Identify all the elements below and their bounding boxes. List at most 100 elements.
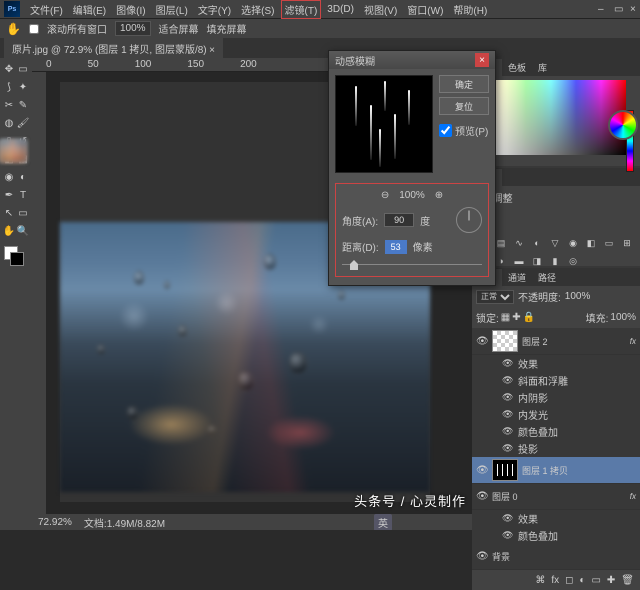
fx-add-icon[interactable]: fx (551, 575, 559, 586)
dialog-preview[interactable] (335, 75, 433, 173)
preview-checkbox[interactable] (439, 124, 452, 137)
visibility-icon[interactable]: 👁 (502, 409, 514, 420)
adj-select-icon[interactable]: ◎ (566, 254, 580, 268)
adj-levels-icon[interactable]: ▤ (494, 236, 508, 250)
visibility-icon[interactable]: 👁 (502, 358, 514, 369)
visibility-icon[interactable]: 👁 (476, 551, 488, 562)
fill-screen-button[interactable]: 填充屏幕 (207, 21, 247, 36)
menu-edit[interactable]: 编辑(E) (69, 0, 110, 19)
adj-bw-icon[interactable]: ◧ (584, 236, 598, 250)
zoom-out-icon[interactable]: ⊖ (381, 190, 389, 201)
type-tool[interactable]: T (16, 186, 30, 204)
tab-close-icon[interactable]: × (209, 45, 215, 56)
angle-input[interactable] (384, 213, 414, 227)
heal-tool[interactable]: ◍ (2, 114, 16, 132)
new-layer-icon[interactable]: ✚ (607, 575, 615, 586)
document-tab[interactable]: 原片.jpg @ 72.9% (图层 1 拷贝, 图层蒙版/8) × (4, 38, 223, 59)
zoom-in-icon[interactable]: ⊕ (435, 190, 443, 201)
fx-item[interactable]: 👁颜色叠加 (472, 527, 640, 544)
lasso-tool[interactable]: ⟆ (2, 78, 16, 96)
wand-tool[interactable]: ✦ (16, 78, 30, 96)
marquee-tool[interactable]: ▭ (16, 60, 30, 78)
adj-curves-icon[interactable]: ∿ (512, 236, 526, 250)
lock-pixels-icon[interactable]: ▦ (501, 312, 510, 323)
adj-grad-icon[interactable]: ▮ (548, 254, 562, 268)
preview-checkbox-row[interactable]: 预览(P) (439, 123, 489, 138)
visibility-icon[interactable]: 👁 (476, 465, 488, 476)
maximize-icon[interactable]: ▭ (610, 2, 620, 12)
angle-dial[interactable] (456, 207, 482, 233)
layer-mask[interactable] (492, 459, 518, 481)
layer-name[interactable]: 图层 2 (522, 335, 548, 348)
tab-channels[interactable]: 通道 (502, 269, 532, 286)
layer-row[interactable]: 👁图层 0fx (472, 484, 640, 510)
mask-add-icon[interactable]: ◻ (565, 575, 573, 586)
layer-name[interactable]: 图层 1 拷贝 (522, 464, 568, 477)
blend-mode-select[interactable]: 正常 (476, 290, 514, 304)
adj-poster-icon[interactable]: ▬ (512, 254, 526, 268)
scroll-all-checkbox[interactable] (29, 24, 39, 34)
move-tool[interactable]: ✥ (2, 60, 16, 78)
opacity-value[interactable]: 100% (565, 291, 591, 302)
pen-tool[interactable]: ✒ (2, 186, 16, 204)
fx-item[interactable]: 👁内发光 (472, 406, 640, 423)
lock-pos-icon[interactable]: ✚ (512, 312, 520, 323)
adj-hue-icon[interactable]: ◉ (566, 236, 580, 250)
slider-handle[interactable] (350, 260, 358, 270)
tab-libraries[interactable]: 库 (532, 59, 553, 76)
fx-badge[interactable]: fx (630, 492, 636, 501)
visibility-icon[interactable]: 👁 (502, 443, 514, 454)
menu-image[interactable]: 图像(I) (112, 0, 149, 19)
adj-thresh-icon[interactable]: ◨ (530, 254, 544, 268)
visibility-icon[interactable]: 👁 (502, 392, 514, 403)
menu-view[interactable]: 视图(V) (360, 0, 401, 19)
dialog-close-icon[interactable]: × (475, 53, 489, 67)
fill-value[interactable]: 100% (610, 312, 636, 323)
menu-3d[interactable]: 3D(D) (323, 2, 358, 17)
close-icon[interactable]: × (626, 2, 636, 12)
adj-exposure-icon[interactable]: ◐ (530, 236, 544, 250)
menu-select[interactable]: 选择(S) (237, 0, 278, 19)
adj-add-icon[interactable]: ◐ (579, 575, 585, 586)
fx-badge[interactable]: fx (630, 337, 636, 346)
background-color[interactable] (10, 252, 24, 266)
fit-screen-button[interactable]: 适合屏幕 (159, 21, 199, 36)
zoom-tool[interactable]: 🔍 (16, 222, 30, 240)
layer-name[interactable]: 背景 (492, 550, 510, 563)
menu-filter[interactable]: 滤镜(T) (281, 0, 322, 19)
menu-type[interactable]: 文字(Y) (194, 0, 235, 19)
hand-tool[interactable]: ✋ (2, 222, 16, 240)
layer-row[interactable]: 👁 图层 2 fx (472, 328, 640, 355)
menu-layer[interactable]: 图层(L) (152, 0, 192, 19)
minimize-icon[interactable]: – (594, 2, 604, 12)
tab-swatches[interactable]: 色板 (502, 59, 532, 76)
layer-thumb[interactable] (492, 330, 518, 352)
menu-help[interactable]: 帮助(H) (449, 0, 491, 19)
blur-tool[interactable]: ◉ (2, 168, 16, 186)
dialog-titlebar[interactable]: 动感模糊 × (329, 51, 495, 69)
visibility-icon[interactable]: 👁 (502, 513, 514, 524)
fx-item[interactable]: 👁投影 (472, 440, 640, 457)
adj-invert-icon[interactable]: ◑ (494, 254, 508, 268)
lock-all-icon[interactable]: 🔒 (523, 312, 535, 323)
group-icon[interactable]: ▭ (591, 575, 600, 586)
visibility-icon[interactable]: 👁 (476, 336, 488, 347)
path-tool[interactable]: ↖ (2, 204, 16, 222)
visibility-icon[interactable]: 👁 (502, 530, 514, 541)
adj-vibrance-icon[interactable]: ▽ (548, 236, 562, 250)
color-swatch[interactable] (2, 246, 30, 270)
reset-button[interactable]: 复位 (439, 97, 489, 115)
distance-slider[interactable] (342, 260, 482, 270)
ime-badge[interactable]: 英 (374, 514, 392, 531)
ok-button[interactable]: 确定 (439, 75, 489, 93)
menu-window[interactable]: 窗口(W) (403, 0, 447, 19)
link-icon[interactable]: ⌘ (535, 575, 545, 586)
zoom-level[interactable]: 100% (115, 21, 151, 36)
fx-item[interactable]: 👁内阴影 (472, 389, 640, 406)
adj-photo-icon[interactable]: ▭ (602, 236, 616, 250)
hue-ring[interactable] (608, 110, 638, 140)
fx-item[interactable]: 👁颜色叠加 (472, 423, 640, 440)
distance-value[interactable]: 53 (385, 240, 407, 254)
color-picker[interactable] (476, 80, 626, 155)
fx-item[interactable]: 👁斜面和浮雕 (472, 372, 640, 389)
